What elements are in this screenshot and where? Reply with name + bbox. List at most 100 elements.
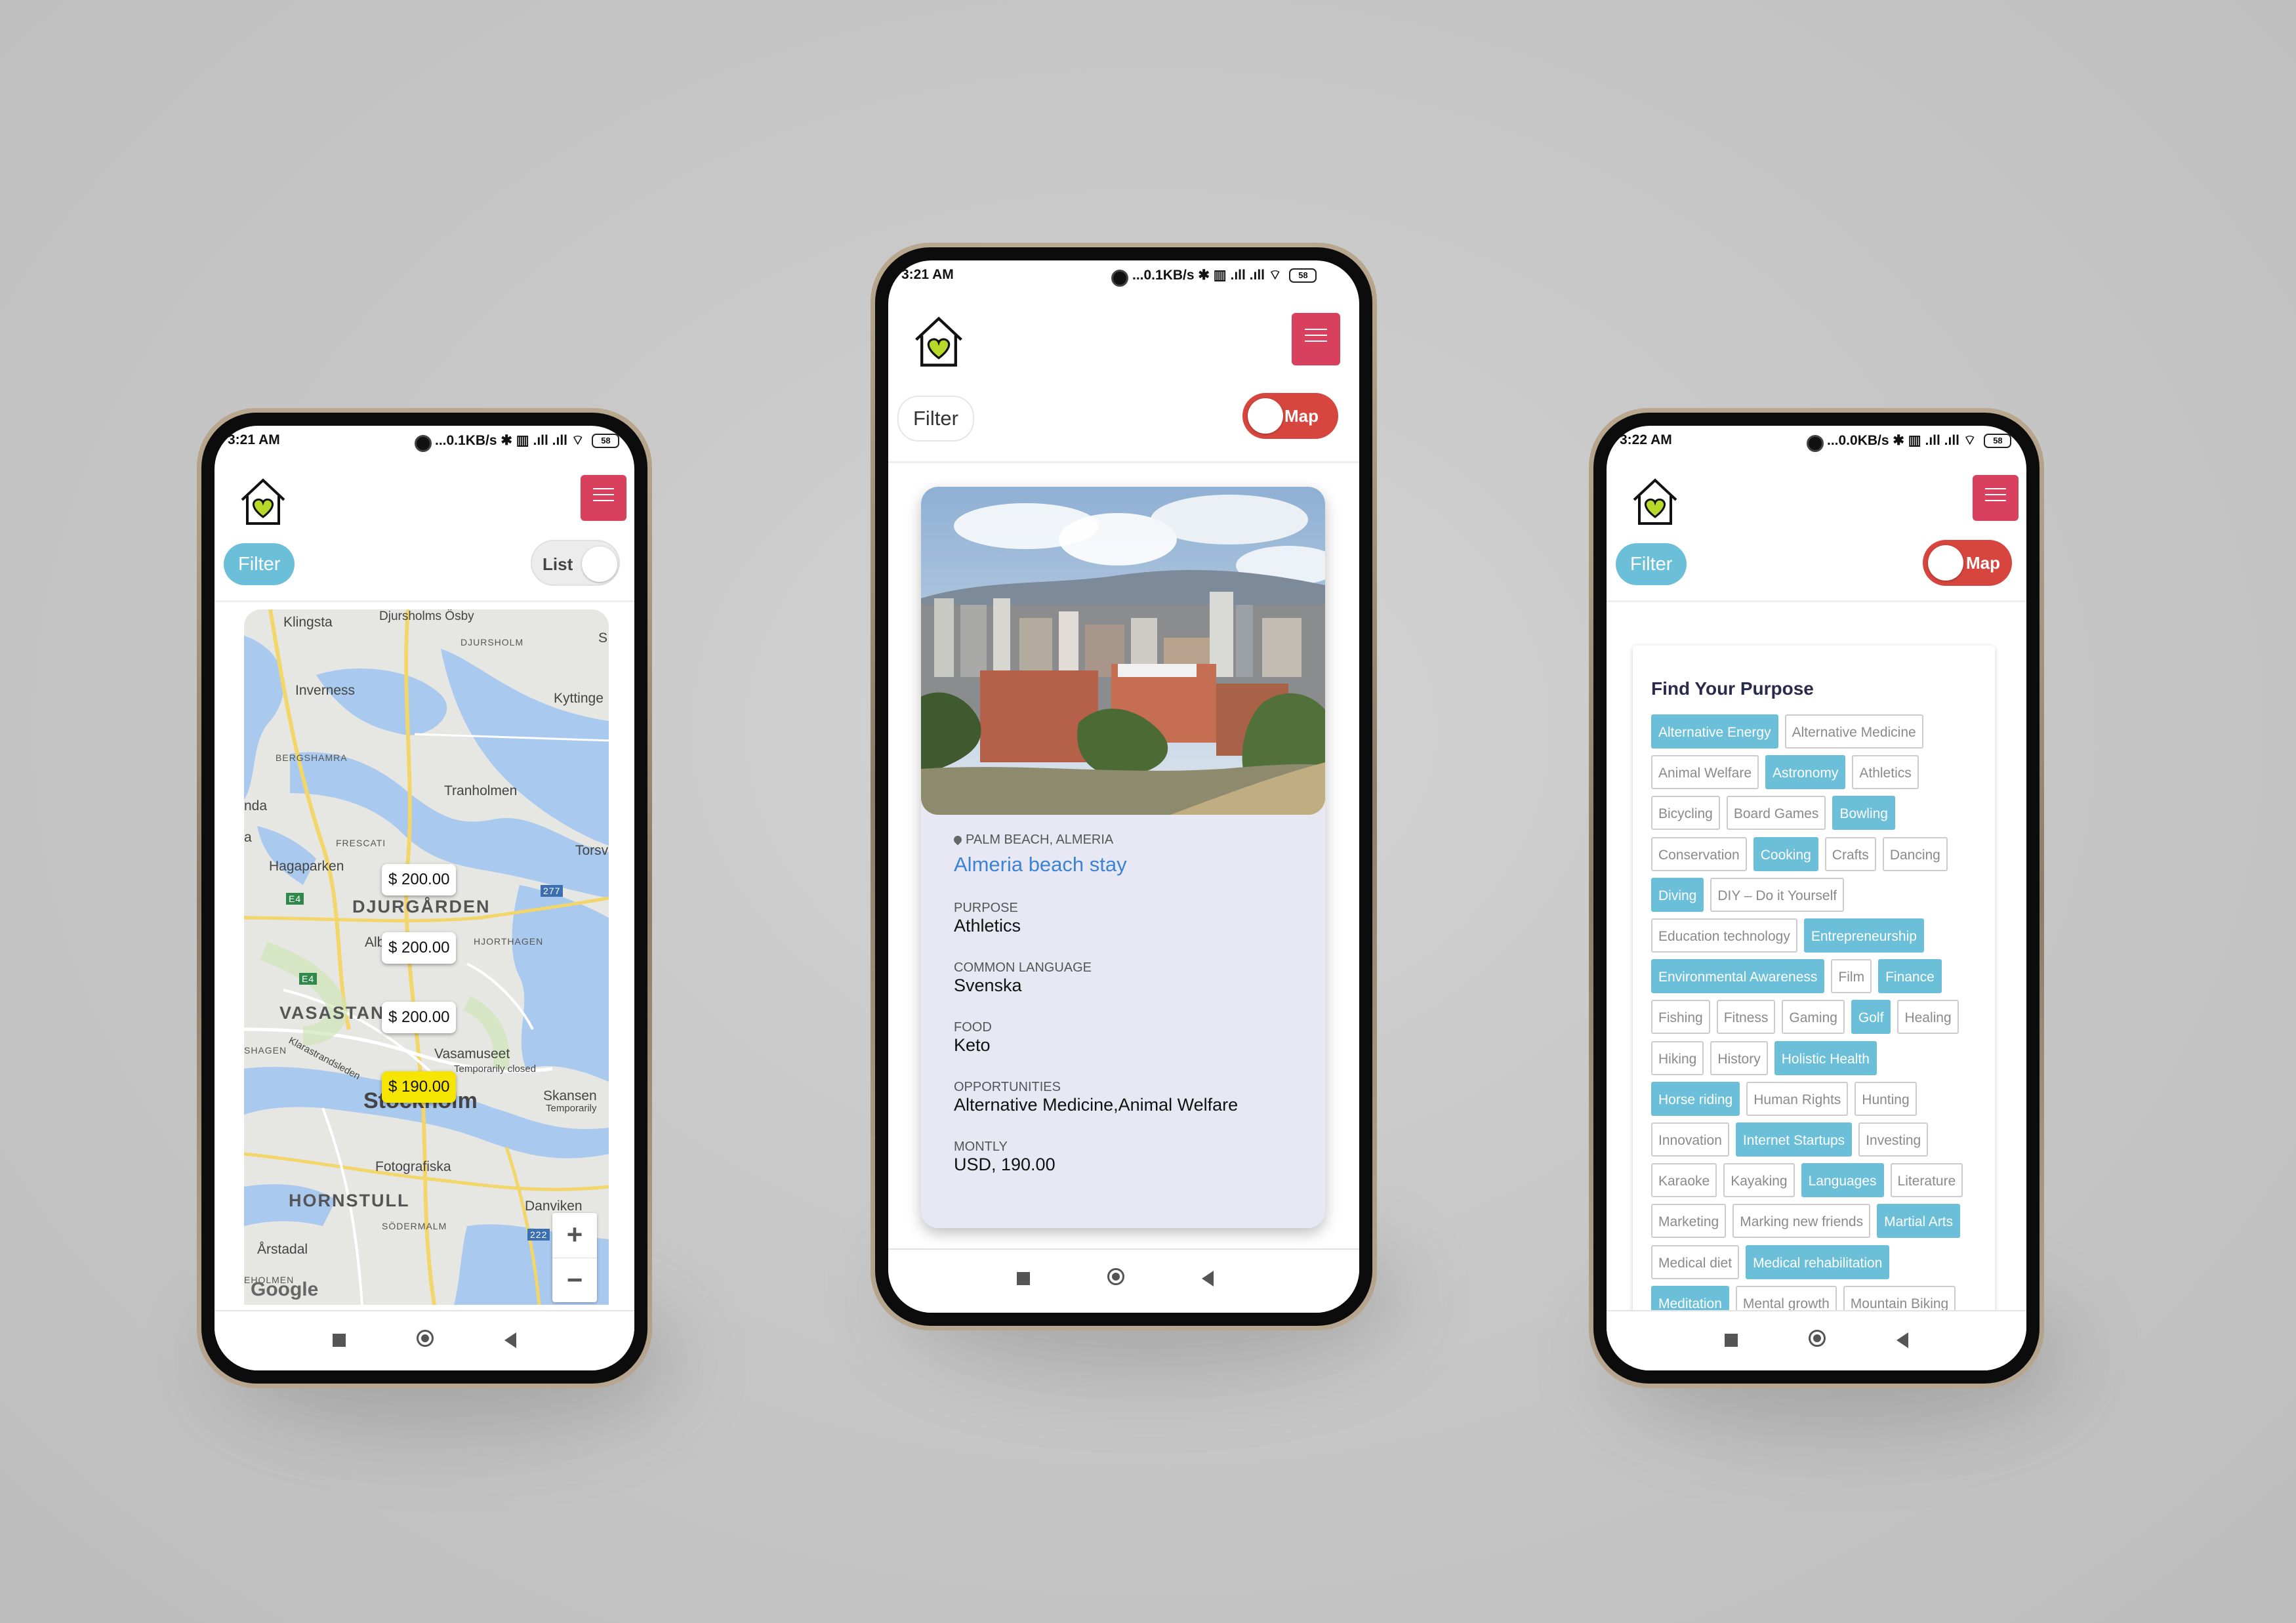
status-icons: ...0.0KB/s ✱ ▥ .ıll .ıll ⌔ 58 — [1827, 432, 2012, 449]
zoom-in-button[interactable]: + — [552, 1213, 597, 1258]
map-place-label: Temporarily — [546, 1103, 597, 1114]
phone-screen: 3:21 AM ...0.1KB/s ✱ ▥ .ıll .ıll ⌔ 58 Fi… — [215, 426, 634, 1370]
house-heart-icon[interactable] — [1630, 475, 1680, 527]
status-time: 3:22 AM — [1620, 432, 1672, 447]
menu-button[interactable] — [1973, 475, 2019, 521]
purpose-chip[interactable]: Conservation — [1651, 836, 1747, 871]
purpose-chip[interactable]: Gaming — [1782, 1000, 1845, 1035]
map-place-label: Temporarily closed — [454, 1063, 537, 1075]
purpose-chip[interactable]: Hunting — [1855, 1081, 1917, 1116]
purpose-chip[interactable]: Medical diet — [1651, 1244, 1740, 1279]
purpose-chip[interactable]: Innovation — [1651, 1122, 1729, 1157]
map-view[interactable]: Klingsta Djursholms Ösby DJURSHOLM Inver… — [244, 609, 609, 1305]
purpose-chip[interactable]: Human Rights — [1746, 1081, 1849, 1116]
listing-location: PALM BEACH, ALMERIA — [952, 832, 1114, 848]
home-icon[interactable] — [1107, 1268, 1124, 1285]
field-label-language: COMMON LANGUAGE — [954, 960, 1092, 975]
recents-icon[interactable] — [1017, 1272, 1030, 1285]
price-pin-selected[interactable]: $ 190.00 — [382, 1071, 457, 1103]
toggle-knob — [582, 546, 617, 582]
road-badge: 277 — [541, 885, 564, 897]
network-indicators: ...0.1KB/s ✱ ▥ .ıll .ıll ⌔ — [1132, 268, 1282, 283]
house-heart-icon[interactable] — [238, 475, 288, 527]
purpose-chip[interactable]: Medical rehabilitation — [1746, 1244, 1890, 1279]
house-heart-icon[interactable] — [912, 313, 966, 369]
home-icon[interactable] — [1809, 1330, 1826, 1347]
purpose-chip[interactable]: Fitness — [1716, 1000, 1776, 1035]
purpose-chip[interactable]: History — [1710, 1040, 1768, 1075]
purpose-panel: Find Your Purpose Alternative Energy Alte… — [1633, 646, 1995, 1370]
back-icon[interactable] — [504, 1332, 516, 1348]
purpose-chip[interactable]: Kayaking — [1723, 1163, 1795, 1198]
purpose-chip[interactable]: Athletics — [1852, 755, 1919, 790]
header-divider — [215, 600, 634, 602]
recents-icon[interactable] — [333, 1334, 346, 1347]
location-text: PALM BEACH, ALMERIA — [966, 832, 1114, 847]
map-place-label: a — [244, 830, 252, 845]
purpose-chip[interactable]: Marketing — [1651, 1204, 1727, 1239]
purpose-chip[interactable]: Karaoke — [1651, 1163, 1717, 1198]
status-bar: 3:21 AM ...0.1KB/s ✱ ▥ .ıll .ıll ⌔ 58 — [215, 426, 634, 460]
price-pin[interactable]: $ 200.00 — [382, 1002, 457, 1033]
purpose-chip[interactable]: Film — [1831, 959, 1872, 994]
purpose-chip[interactable]: Alternative Medicine — [1784, 714, 1923, 749]
list-map-toggle[interactable]: Map — [1242, 393, 1338, 439]
list-map-toggle[interactable]: List — [531, 540, 620, 586]
listing-title[interactable]: Almeria beach stay — [954, 853, 1127, 876]
back-icon[interactable] — [1202, 1271, 1214, 1286]
purpose-chip[interactable]: Environmental Awareness — [1651, 959, 1825, 994]
listing-card[interactable]: PALM BEACH, ALMERIA Almeria beach stay P… — [921, 487, 1325, 1228]
purpose-chip[interactable]: Holistic Health — [1774, 1040, 1877, 1075]
price-pin[interactable]: $ 200.00 — [382, 932, 457, 964]
hamburger-line — [1305, 335, 1327, 336]
field-label-opportunities: OPPORTUNITIES — [954, 1080, 1061, 1094]
purpose-chip[interactable]: Bicycling — [1651, 796, 1720, 831]
network-indicators: ...0.0KB/s ✱ ▥ .ıll .ıll ⌔ — [1827, 433, 1977, 448]
phone-screen: 3:21 AM ...0.1KB/s ✱ ▥ .ıll .ıll ⌔ 58 Fi… — [888, 260, 1359, 1313]
purpose-chip[interactable]: Golf — [1851, 1000, 1891, 1035]
menu-button[interactable] — [1292, 313, 1340, 365]
purpose-chip[interactable]: Dancing — [1882, 836, 1948, 871]
zoom-out-button[interactable]: − — [552, 1258, 597, 1303]
map-place-label: Hagaparken — [269, 859, 344, 874]
purpose-chip[interactable]: Entrepreneurship — [1803, 918, 1924, 953]
filter-button[interactable]: Filter — [1616, 543, 1687, 585]
purpose-chip[interactable]: Astronomy — [1765, 755, 1846, 790]
purpose-chip[interactable]: Animal Welfare — [1651, 755, 1759, 790]
hamburger-line — [1985, 500, 2006, 501]
system-nav-bar — [888, 1248, 1359, 1313]
filter-button[interactable]: Filter — [897, 396, 974, 442]
purpose-chip[interactable]: Martial Arts — [1877, 1204, 1961, 1239]
list-map-toggle[interactable]: Map — [1923, 540, 2012, 586]
purpose-chip[interactable]: Fishing — [1651, 1000, 1710, 1035]
purpose-chip[interactable]: Hiking — [1651, 1040, 1704, 1075]
purpose-chip[interactable]: Board Games — [1726, 796, 1826, 831]
purpose-chip[interactable]: Healing — [1897, 1000, 1959, 1035]
price-pin[interactable]: $ 200.00 — [382, 864, 457, 895]
purpose-chip[interactable]: Cooking — [1753, 836, 1818, 871]
purpose-chip[interactable]: Investing — [1858, 1122, 1929, 1157]
home-icon[interactable] — [417, 1330, 434, 1347]
field-value-food: Keto — [954, 1035, 991, 1055]
purpose-chip[interactable]: Diving — [1651, 877, 1704, 912]
purpose-chip[interactable]: Languages — [1801, 1163, 1884, 1198]
status-bar: 3:22 AM ...0.0KB/s ✱ ▥ .ıll .ıll ⌔ 58 — [1607, 426, 2026, 460]
purpose-chip[interactable]: Literature — [1890, 1163, 1963, 1198]
recents-icon[interactable] — [1725, 1334, 1738, 1347]
road-badge: 222 — [527, 1229, 550, 1241]
back-icon[interactable] — [1896, 1332, 1908, 1348]
purpose-chip[interactable]: Internet Startups — [1735, 1122, 1853, 1157]
filter-button[interactable]: Filter — [224, 543, 295, 585]
purpose-chip[interactable]: Finance — [1878, 959, 1942, 994]
purpose-chip[interactable]: DIY – Do it Yourself — [1710, 877, 1845, 912]
purpose-chip[interactable]: Crafts — [1824, 836, 1876, 871]
purpose-chip[interactable]: Alternative Energy — [1651, 714, 1778, 749]
purpose-chip[interactable]: Education technology — [1651, 918, 1797, 953]
toggle-label: Map — [1284, 406, 1319, 426]
phone-bezel: 3:21 AM ...0.1KB/s ✱ ▥ .ıll .ıll ⌔ 58 Fi… — [875, 247, 1372, 1326]
purpose-chip[interactable]: Marking new friends — [1732, 1204, 1871, 1239]
header-divider — [1607, 600, 2026, 602]
purpose-chip[interactable]: Bowling — [1832, 796, 1895, 831]
menu-button[interactable] — [581, 475, 626, 521]
purpose-chip[interactable]: Horse riding — [1651, 1081, 1740, 1116]
